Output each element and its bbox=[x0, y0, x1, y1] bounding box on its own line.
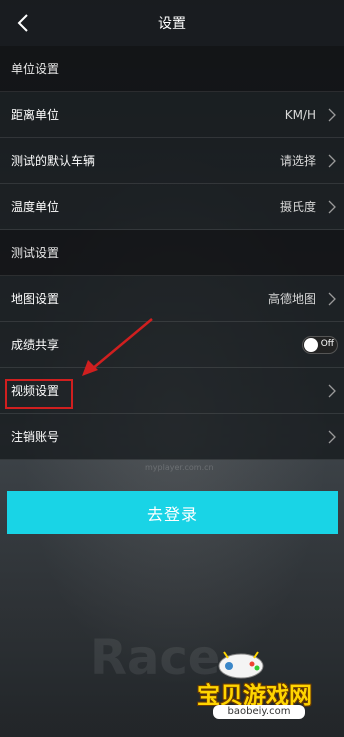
row-distance-unit[interactable]: 距离单位 KM/H bbox=[0, 92, 344, 138]
section-title: 测试设置 bbox=[11, 246, 60, 260]
row-label: 注销账号 bbox=[11, 430, 60, 444]
row-share-results: 成绩共享 Off bbox=[0, 322, 344, 368]
toggle-state-text: Off bbox=[320, 338, 334, 349]
row-label: 温度单位 bbox=[11, 200, 60, 214]
row-deregister[interactable]: 注销账号 bbox=[0, 414, 344, 460]
chevron-right-icon bbox=[328, 384, 336, 398]
chevron-right-icon bbox=[328, 154, 336, 168]
chevron-left-icon bbox=[17, 14, 28, 32]
highlight-box bbox=[5, 379, 73, 409]
chevron-right-icon bbox=[328, 108, 336, 122]
toggle-knob bbox=[304, 337, 318, 352]
row-value: 摄氏度 bbox=[279, 200, 316, 214]
chevron-right-icon bbox=[328, 292, 336, 306]
row-value: 请选择 bbox=[279, 154, 316, 168]
chevron-right-icon bbox=[328, 200, 336, 214]
row-label: 成绩共享 bbox=[11, 338, 60, 352]
row-map-settings[interactable]: 地图设置 高德地图 bbox=[0, 276, 344, 322]
annotation-arrow-icon bbox=[82, 318, 153, 376]
share-results-toggle[interactable]: Off bbox=[302, 335, 338, 354]
row-value: KM/H bbox=[284, 107, 316, 122]
row-temperature-unit[interactable]: 温度单位 摄氏度 bbox=[0, 184, 344, 230]
login-button[interactable]: 去登录 bbox=[7, 491, 338, 534]
section-unit-settings: 单位设置 bbox=[0, 46, 344, 92]
section-title: 单位设置 bbox=[11, 62, 60, 76]
row-label: 地图设置 bbox=[11, 292, 60, 306]
watermark-url: baobeiy.com bbox=[213, 705, 305, 719]
row-label: 测试的默认车辆 bbox=[11, 154, 96, 168]
chevron-right-icon bbox=[328, 430, 336, 444]
section-test-settings: 测试设置 bbox=[0, 230, 344, 276]
back-button[interactable] bbox=[8, 8, 38, 38]
row-label: 距离单位 bbox=[11, 108, 60, 122]
page-title: 设置 bbox=[158, 16, 186, 32]
faint-watermark-url: myplayer.com.cn bbox=[145, 463, 214, 472]
row-value: 高德地图 bbox=[267, 292, 316, 306]
top-bar: 设置 bbox=[0, 0, 344, 46]
row-default-vehicle[interactable]: 测试的默认车辆 请选择 bbox=[0, 138, 344, 184]
